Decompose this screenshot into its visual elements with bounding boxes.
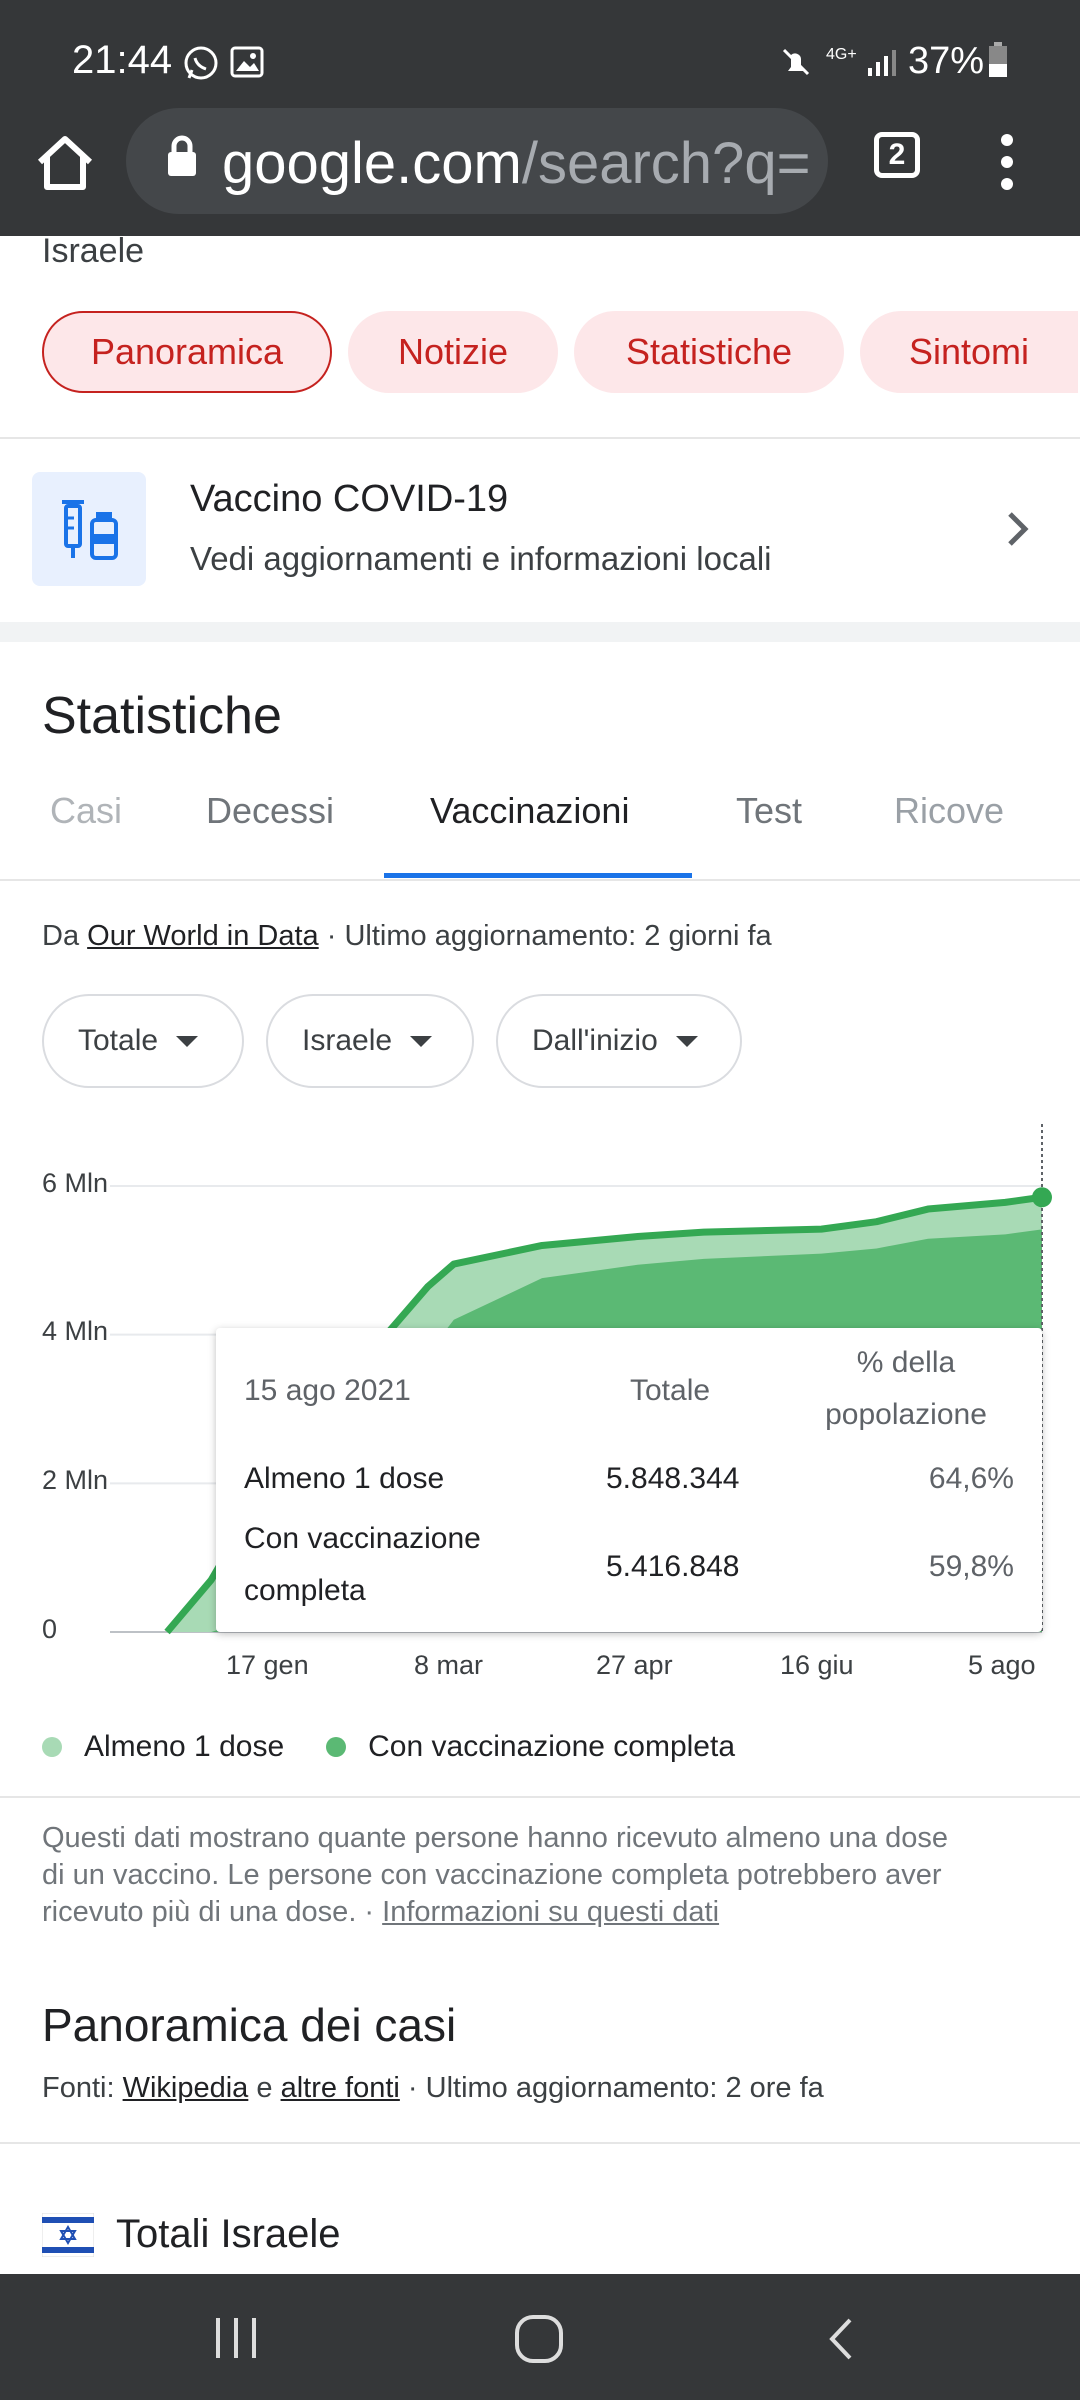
about-data-link[interactable]: Informazioni su questi dati [382, 1896, 719, 1928]
caret-down-icon [675, 1035, 698, 1047]
legend-swatch [326, 1737, 347, 1757]
home-icon[interactable] [34, 134, 96, 192]
chip-notizie[interactable]: Notizie [348, 311, 558, 393]
partial-title: Israele [42, 232, 145, 270]
filter-totale[interactable]: Totale [42, 994, 244, 1088]
x-tick-label: 27 apr [596, 1650, 673, 1680]
cursor-dot [1032, 1187, 1052, 1208]
recent-apps-icon[interactable] [212, 2316, 260, 2360]
url-path: /search?q=is [521, 131, 812, 196]
tab-vaccinazioni[interactable]: Vaccinazioni [430, 790, 629, 832]
lock-icon [168, 135, 196, 176]
vaccine-card-title: Vaccino COVID-19 [190, 478, 509, 520]
tooltip-date: 15 ago 2021 [244, 1374, 411, 1407]
tooltip-row-total: 5.416.848 [606, 1550, 740, 1583]
tooltip-row-pct: 64,6% [928, 1462, 1014, 1495]
battery-icon [989, 42, 1007, 77]
caret-down-icon [176, 1035, 199, 1047]
more-options-icon[interactable] [992, 132, 1022, 192]
vaccine-icon-box [32, 472, 146, 586]
chevron-right-icon [1008, 512, 1029, 546]
legend-swatch [42, 1737, 62, 1757]
tab-casi[interactable]: Casi [16, 790, 122, 832]
back-icon[interactable] [826, 2316, 856, 2362]
tooltip-row-pct: 59,8% [928, 1550, 1014, 1583]
vaccine-card[interactable]: Vaccino COVID-19 Vedi aggiornamenti e in… [0, 440, 1080, 620]
system-nav-bar [0, 2274, 1080, 2400]
browser-toolbar: google.com/search?q=is 2 [0, 108, 1080, 236]
tab-count: 2 [888, 138, 906, 171]
tooltip-row-label: Almeno 1 dose [244, 1462, 445, 1495]
stats-source: Da Our World in Data · Ultimo aggiorname… [42, 920, 772, 952]
url-text: google.com/search?q=is [222, 130, 812, 197]
status-time: 21:44 [72, 38, 173, 82]
tab-decessi[interactable]: Decessi [206, 790, 334, 832]
tabs-divider [0, 879, 1080, 881]
legend-label: Almeno 1 dose [84, 1730, 285, 1763]
tooltip-col-total: Totale [630, 1374, 711, 1407]
tab-test[interactable]: Test [736, 790, 802, 832]
url-bar[interactable]: google.com/search?q=is [126, 108, 828, 214]
x-tick-label: 8 mar [414, 1650, 484, 1680]
tooltip-col-pct-1: % della [856, 1346, 956, 1379]
tooltip-row-total: 5.848.344 [606, 1462, 740, 1495]
chart-tooltip: 15 ago 2021 Totale % della popolazione A… [216, 1328, 1042, 1632]
chip-panoramica[interactable]: Panoramica [42, 311, 332, 393]
caret-down-icon [410, 1035, 433, 1047]
active-tab-indicator [384, 873, 692, 878]
legend-label: Con vaccinazione completa [368, 1730, 736, 1763]
x-tick-label: 5 ago [968, 1650, 1036, 1680]
data-note: Questi dati mostrano quante persone hann… [42, 1822, 949, 1928]
tab-ricoveri[interactable]: Ricove [894, 790, 1004, 832]
status-bar: 21:44 4G+ 37% [0, 0, 1080, 122]
home-nav-icon[interactable] [514, 2314, 564, 2364]
our-world-in-data-link[interactable]: Our World in Data [87, 920, 319, 952]
chip-statistiche[interactable]: Statistiche [574, 311, 844, 393]
chip-sintomi[interactable]: Sintomi [860, 311, 1078, 393]
signal-icon [868, 50, 896, 76]
battery-percent: 37% [908, 40, 985, 82]
divider [0, 437, 1080, 439]
tooltip-col-pct-2: popolazione [825, 1398, 987, 1431]
syringe-vial-icon [62, 500, 118, 560]
x-tick-label: 16 giu [780, 1650, 854, 1680]
image-icon [230, 46, 264, 78]
other-sources-link[interactable]: altre fonti [281, 2072, 400, 2104]
cases-sources: Fonti: Wikipedia e altre fonti · Ultimo … [42, 2072, 824, 2104]
vaccine-card-subtitle: Vedi aggiornamenti e informazioni locali [190, 540, 772, 577]
wikipedia-link[interactable]: Wikipedia [123, 2072, 249, 2104]
divider [0, 1796, 1080, 1798]
filter-periodo[interactable]: Dall'inizio [496, 994, 742, 1088]
url-host: google.com [222, 131, 522, 196]
section-gap [0, 622, 1080, 642]
stats-heading: Statistiche [42, 687, 282, 745]
totals-title: Totali Israele [116, 2212, 341, 2256]
filter-paese[interactable]: Israele [266, 994, 474, 1088]
whatsapp-icon [184, 46, 218, 80]
tab-switcher-button[interactable]: 2 [874, 132, 920, 178]
divider [0, 2142, 1080, 2144]
tooltip-row-label: Con vaccinazione [244, 1522, 481, 1555]
israel-flag-icon [42, 2213, 94, 2257]
cases-overview-title: Panoramica dei casi [42, 1999, 457, 2051]
chart-legend: Almeno 1 dose Con vaccinazione completa [42, 1730, 735, 1764]
mute-icon [782, 48, 810, 76]
network-type: 4G+ [826, 46, 857, 63]
x-tick-label: 17 gen [226, 1650, 309, 1680]
tooltip-row-label-2: completa [244, 1574, 366, 1607]
